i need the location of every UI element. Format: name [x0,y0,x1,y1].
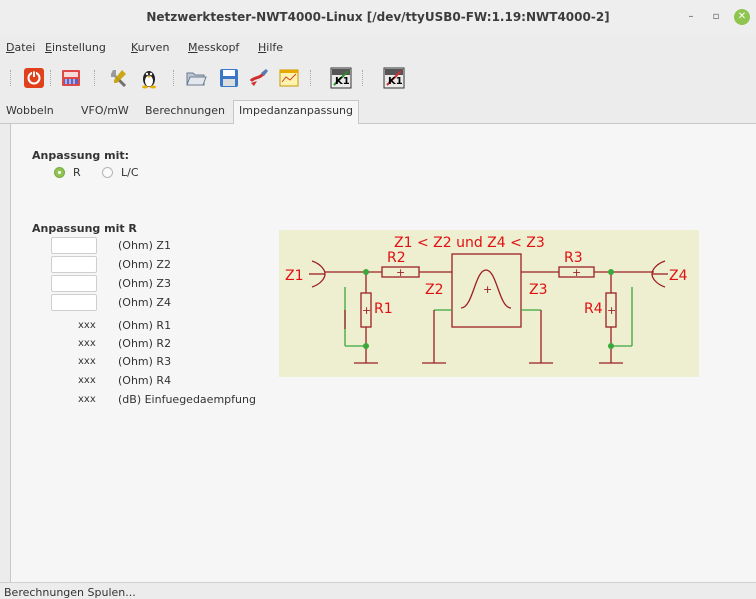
tab-wobbeln[interactable]: Wobbeln [6,104,54,117]
maximize-button[interactable]: ▫ [708,9,724,25]
r1-label: R1 [374,301,393,317]
insertion-loss-value: xxx [78,394,96,405]
z1-unit-label: (Ohm) Z1 [118,239,171,252]
junction-nodes [363,269,614,349]
k1-probe-icon[interactable]: K1 [330,67,352,89]
menu-kurven[interactable]: Kurven [131,41,169,54]
r4-value: xxx [78,375,96,386]
r2-value: xxx [78,338,96,349]
r3-label: R3 [564,250,583,266]
z1-label: Z1 [285,268,304,284]
r1-unit-label: (Ohm) R1 [118,319,172,332]
toolbar-separator [50,70,52,86]
close-button[interactable]: ✕ [734,9,750,25]
window-chart-icon[interactable] [278,67,300,89]
minimize-button[interactable]: – [683,9,699,25]
r1-value: xxx [78,320,96,331]
toolbar-separator [10,70,12,86]
z2-input[interactable] [51,256,97,273]
status-bar: Berechnungen Spulen... [0,582,756,599]
tux-penguin-icon[interactable] [138,67,160,89]
radio-match-r[interactable] [54,167,65,178]
diagram-heading: Z1 < Z2 und Z4 < Z3 [394,235,545,251]
radio-match-lc-label: L/C [121,166,139,179]
tab-berechnungen[interactable]: Berechnungen [145,104,225,117]
z2-label: Z2 [425,282,444,298]
menu-einstellung[interactable]: Einstellung [45,41,106,54]
impedance-matching-panel: Anpassung mit: R L/C Anpassung mit R (Oh… [10,124,756,582]
power-icon[interactable] [23,67,45,89]
tab-impedanzanpassung[interactable]: Impedanzanpassung [233,100,360,125]
menu-hilfe[interactable]: Hilfe [258,41,283,54]
z3-label: Z3 [529,282,548,298]
match-mode-heading: Anpassung mit: [32,149,129,162]
z3-input[interactable] [51,275,97,292]
svg-text:+: + [483,283,492,296]
z2-unit-label: (Ohm) Z2 [118,258,171,271]
window-title: Netzwerktester-NWT4000-Linux [/dev/ttyUS… [146,10,610,24]
open-folder-icon[interactable] [185,67,207,89]
edit-brush-icon[interactable] [248,67,270,89]
svg-text:+: + [396,266,405,279]
z4-label: Z4 [669,268,688,284]
svg-text:+: + [362,304,371,317]
match-r-heading: Anpassung mit R [32,222,137,235]
toolbar-separator [310,70,312,86]
insertion-loss-unit-label: (dB) Einfuegedaempfung [118,393,256,406]
z1-input[interactable] [51,237,97,254]
r2-unit-label: (Ohm) R2 [118,337,172,350]
tab-bar: Wobbeln VFO/mW Berechnungen Impedanzanpa… [0,100,756,125]
radio-match-lc[interactable] [102,167,113,178]
tools-icon[interactable] [108,67,130,89]
toolbar-separator [94,70,96,86]
r4-label: R4 [584,301,603,317]
menu-messkopf[interactable]: Messkopf [188,41,239,54]
radio-match-r-label: R [73,166,81,179]
title-bar: Netzwerktester-NWT4000-Linux [/dev/ttyUS… [0,0,756,36]
circuit-diagram-svg: + + + + + Z1 < Z2 und Z4 < Z3 Z1 Z2 Z3 Z… [285,235,688,364]
z4-input[interactable] [51,294,97,311]
r4-unit-label: (Ohm) R4 [118,374,172,387]
save-disk-icon[interactable] [218,67,240,89]
svg-text:+: + [607,304,616,317]
toolbar: K1 K1 [0,58,756,96]
toolbar-separator [362,70,364,86]
toolbar-separator [173,70,175,86]
status-text: Berechnungen Spulen... [4,586,136,599]
z3-unit-label: (Ohm) Z3 [118,277,171,290]
svg-text:K1: K1 [335,76,350,87]
r3-value: xxx [78,356,96,367]
svg-text:K1: K1 [388,76,403,87]
circuit-diagram: + + + + + Z1 < Z2 und Z4 < Z3 Z1 Z2 Z3 Z… [279,230,699,377]
k1-probe-alt-icon[interactable]: K1 [383,67,405,89]
menu-bar: Datei Einstellung Kurven Messkopf Hilfe [0,38,756,58]
tab-vfo-mw[interactable]: VFO/mW [81,104,129,117]
ground-symbols [344,310,623,364]
memory-chip-icon[interactable] [60,67,82,89]
r2-label: R2 [387,250,406,266]
r3-unit-label: (Ohm) R3 [118,355,172,368]
menu-datei[interactable]: Datei [6,41,35,54]
z4-unit-label: (Ohm) Z4 [118,296,171,309]
svg-text:+: + [572,266,581,279]
